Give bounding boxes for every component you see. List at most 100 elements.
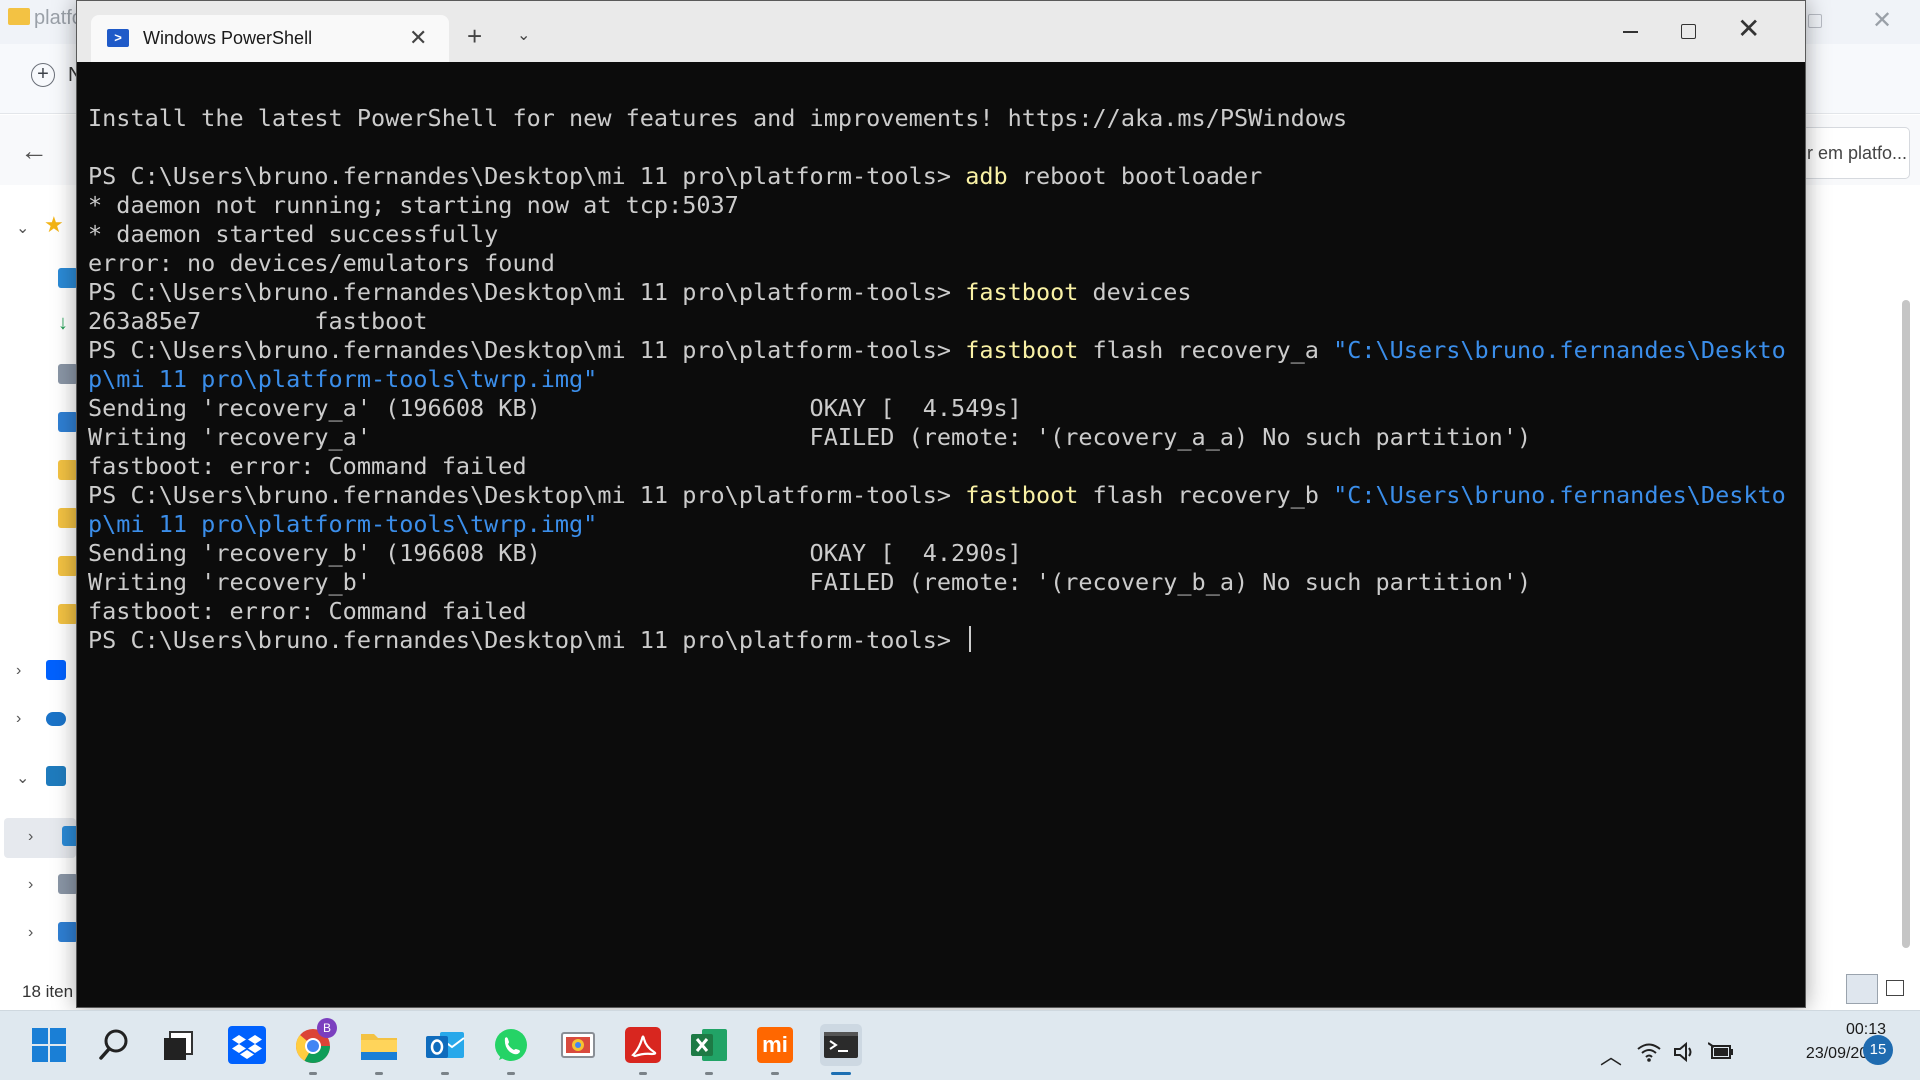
close-tab-icon[interactable]: ✕ — [409, 25, 427, 51]
nav-item-pc-pictures[interactable]: › — [0, 914, 78, 954]
search-button[interactable] — [94, 1024, 136, 1066]
new-icon[interactable]: + — [31, 63, 55, 87]
string-token: "C:\Users\bruno.fernandes\Deskto — [1333, 481, 1786, 509]
nav-item-onedrive[interactable]: › — [0, 700, 76, 740]
battery-icon[interactable] — [1707, 1041, 1736, 1069]
wifi-icon[interactable] — [1636, 1041, 1662, 1069]
chevron-down-icon[interactable]: ⌄ — [517, 25, 530, 45]
nav-item-quick-access[interactable]: ⌄ ★ — [0, 208, 76, 248]
tab-windows-powershell[interactable]: > Windows PowerShell ✕ — [91, 15, 449, 62]
tiles-view-icon[interactable] — [1886, 980, 1904, 996]
nav-item-folder-3[interactable] — [0, 548, 78, 588]
dropbox-icon — [228, 1026, 266, 1064]
chevron-right-icon[interactable]: › — [16, 710, 21, 728]
pdf-icon — [625, 1027, 661, 1063]
console-text: Sending 'recovery_a' (196608 KB) OKAY [ … — [88, 394, 1022, 422]
nav-item-folder-4[interactable] — [0, 596, 78, 636]
console-line: Writing 'recovery_a' FAILED (remote: '(r… — [88, 423, 1798, 452]
new-tab-button[interactable]: + — [467, 23, 482, 49]
running-indicator — [705, 1072, 713, 1075]
nav-item-pc-documents[interactable]: › — [0, 866, 78, 906]
console-line: Writing 'recovery_b' FAILED (remote: '(r… — [88, 568, 1798, 597]
acrobat-button[interactable] — [622, 1024, 664, 1075]
console-line: p\mi 11 pro\platform-tools\twrp.img" — [88, 365, 1798, 394]
chevron-right-icon[interactable]: › — [28, 924, 33, 942]
task-view-icon — [164, 1031, 193, 1060]
running-indicator — [375, 1072, 383, 1075]
close-icon[interactable]: ✕ — [1872, 6, 1892, 35]
running-indicator — [507, 1072, 515, 1075]
console-text: fastboot: error: Command failed — [88, 597, 527, 625]
whatsapp-icon — [495, 1029, 527, 1061]
nav-item-dropbox[interactable]: › — [0, 652, 76, 692]
folder-icon — [58, 604, 78, 624]
running-indicator — [309, 1072, 317, 1075]
search-icon — [99, 1029, 128, 1060]
string-token: "C:\Users\bruno.fernandes\Deskto — [1333, 336, 1786, 364]
profile-badge: B — [317, 1018, 337, 1038]
details-view-icon[interactable] — [1846, 974, 1878, 1004]
mi-button[interactable]: mi — [754, 1024, 796, 1075]
maximize-button[interactable] — [1681, 24, 1696, 39]
task-view-button[interactable] — [158, 1024, 200, 1066]
chevron-up-icon[interactable]: ︿ — [1600, 1039, 1622, 1071]
dropbox-icon — [46, 660, 66, 680]
string-token: p\mi 11 pro\platform-tools\twrp.img" — [88, 365, 598, 393]
dropbox-button[interactable] — [226, 1024, 268, 1066]
console-text: * daemon not running; starting now at tc… — [88, 191, 739, 219]
nav-item-folder-2[interactable] — [0, 500, 78, 540]
picture-icon — [58, 922, 78, 942]
nav-item-documents[interactable] — [0, 356, 78, 396]
chrome-button[interactable]: B — [292, 1018, 337, 1075]
console-line: * daemon not running; starting now at tc… — [88, 191, 1798, 220]
close-window-button[interactable]: ✕ — [1737, 15, 1760, 43]
outlook-button[interactable] — [424, 1024, 466, 1075]
chevron-down-icon[interactable]: ⌄ — [16, 768, 29, 788]
console-text: Writing 'recovery_a' FAILED (remote: '(r… — [88, 423, 1532, 451]
item-count-status: 18 iten — [22, 982, 74, 1001]
nav-item-desktop[interactable] — [0, 260, 78, 300]
console-text: PS C:\Users\bruno.fernandes\Desktop\mi 1… — [88, 278, 966, 306]
running-indicator — [441, 1072, 449, 1075]
nav-item-pictures[interactable] — [0, 404, 78, 444]
excel-icon — [691, 1029, 727, 1061]
console-output[interactable]: Install the latest PowerShell for new fe… — [88, 62, 1798, 1002]
nav-item-folder-1[interactable] — [0, 452, 78, 492]
document-icon — [58, 364, 78, 384]
console-text: reboot bootloader — [1007, 162, 1263, 190]
desktop-icon — [58, 268, 78, 288]
nav-item-pc-desktop[interactable]: › — [4, 818, 82, 858]
chevron-right-icon[interactable]: › — [28, 876, 33, 894]
minimize-button[interactable] — [1623, 31, 1638, 33]
command-token: adb — [965, 162, 1008, 190]
terminal-button[interactable] — [820, 1024, 862, 1075]
console-line: Install the latest PowerShell for new fe… — [88, 104, 1798, 133]
remote-desktop-button[interactable] — [556, 1024, 598, 1066]
folder-icon — [58, 460, 78, 480]
notification-badge[interactable]: 15 — [1863, 1035, 1893, 1065]
console-line: Sending 'recovery_b' (196608 KB) OKAY [ … — [88, 539, 1798, 568]
console-text: flash recovery_a — [1078, 336, 1334, 364]
file-explorer-button[interactable] — [358, 1024, 400, 1075]
console-text: flash recovery_b — [1078, 481, 1334, 509]
speaker-icon[interactable] — [1672, 1041, 1698, 1069]
folder-icon — [58, 556, 78, 576]
nav-item-downloads[interactable]: ↓ — [0, 308, 76, 348]
computer-icon — [46, 766, 66, 786]
console-line: 263a85e7 fastboot — [88, 307, 1798, 336]
start-button[interactable] — [28, 1024, 70, 1066]
vertical-scrollbar[interactable] — [1902, 300, 1910, 948]
chevron-down-icon[interactable]: ⌄ — [16, 218, 29, 238]
excel-button[interactable] — [688, 1024, 730, 1075]
command-token: fastboot — [965, 481, 1079, 509]
nav-item-this-pc[interactable]: ⌄ — [0, 758, 76, 798]
remote-desktop-icon — [561, 1032, 595, 1058]
back-arrow-icon[interactable]: ← — [20, 135, 48, 167]
whatsapp-button[interactable] — [490, 1024, 532, 1075]
chevron-right-icon[interactable]: › — [16, 662, 21, 680]
console-text: devices — [1078, 278, 1192, 306]
running-indicator — [639, 1072, 647, 1075]
chevron-right-icon[interactable]: › — [28, 828, 33, 846]
maximize-icon[interactable] — [1808, 14, 1822, 28]
